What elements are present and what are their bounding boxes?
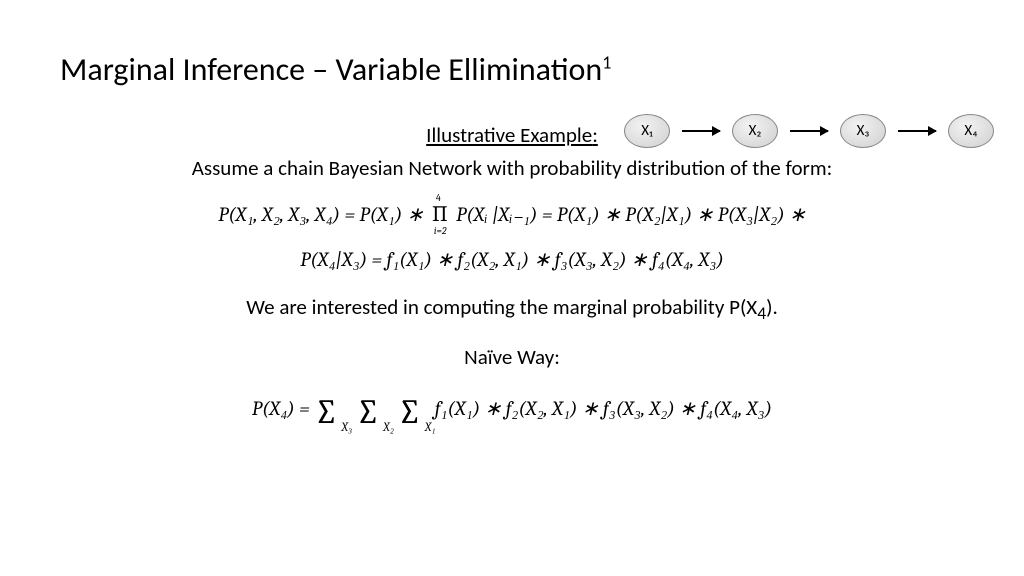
sum-symbol: ∑X₃ xyxy=(314,387,338,438)
chain-diagram: X₁ X₂ X₃ X₄ xyxy=(624,114,994,148)
node-x1: X₁ xyxy=(624,114,670,148)
slide: Marginal Inference – Variable Elliminati… xyxy=(0,0,1024,576)
slide-title: Marginal Inference – Variable Elliminati… xyxy=(60,50,964,89)
arrow-icon xyxy=(790,130,828,132)
node-x3: X₃ xyxy=(840,114,886,148)
title-sup: 1 xyxy=(602,51,611,73)
node-x2: X₂ xyxy=(732,114,778,148)
example-heading: Illustrative Example: xyxy=(426,121,598,150)
arrow-icon xyxy=(682,130,720,132)
intro-text: Assume a chain Bayesian Network with pro… xyxy=(192,155,833,181)
arrow-icon xyxy=(898,130,936,132)
interest-text: We are interested in computing the margi… xyxy=(60,293,964,326)
body: Illustrative Example: Assume a chain Bay… xyxy=(60,115,964,438)
sum-symbol: ∑X₁ xyxy=(398,387,422,438)
equation-3: P(X₄) = ∑X₃ ∑X₂ ∑X₁ f₁(X₁) ∗ f₂(X₂, X₁) … xyxy=(60,387,964,438)
equation-2: P(X₄|X₃) = f₁(X₁) ∗ f₂(X₂, X₁) ∗ f₃(X₃, … xyxy=(60,245,964,275)
naive-heading: Naïve Way: xyxy=(60,343,964,372)
equation-1: P(X₁, X₂, X₃, X₄) = P(X₁) ∗ ∏i=24 P(Xᵢ |… xyxy=(60,198,964,231)
sum-symbol: ∑X₂ xyxy=(356,387,380,438)
product-symbol: ∏i=24 xyxy=(431,198,449,231)
node-x4: X₄ xyxy=(948,114,994,148)
title-text: Marginal Inference – Variable Elliminati… xyxy=(60,50,602,89)
